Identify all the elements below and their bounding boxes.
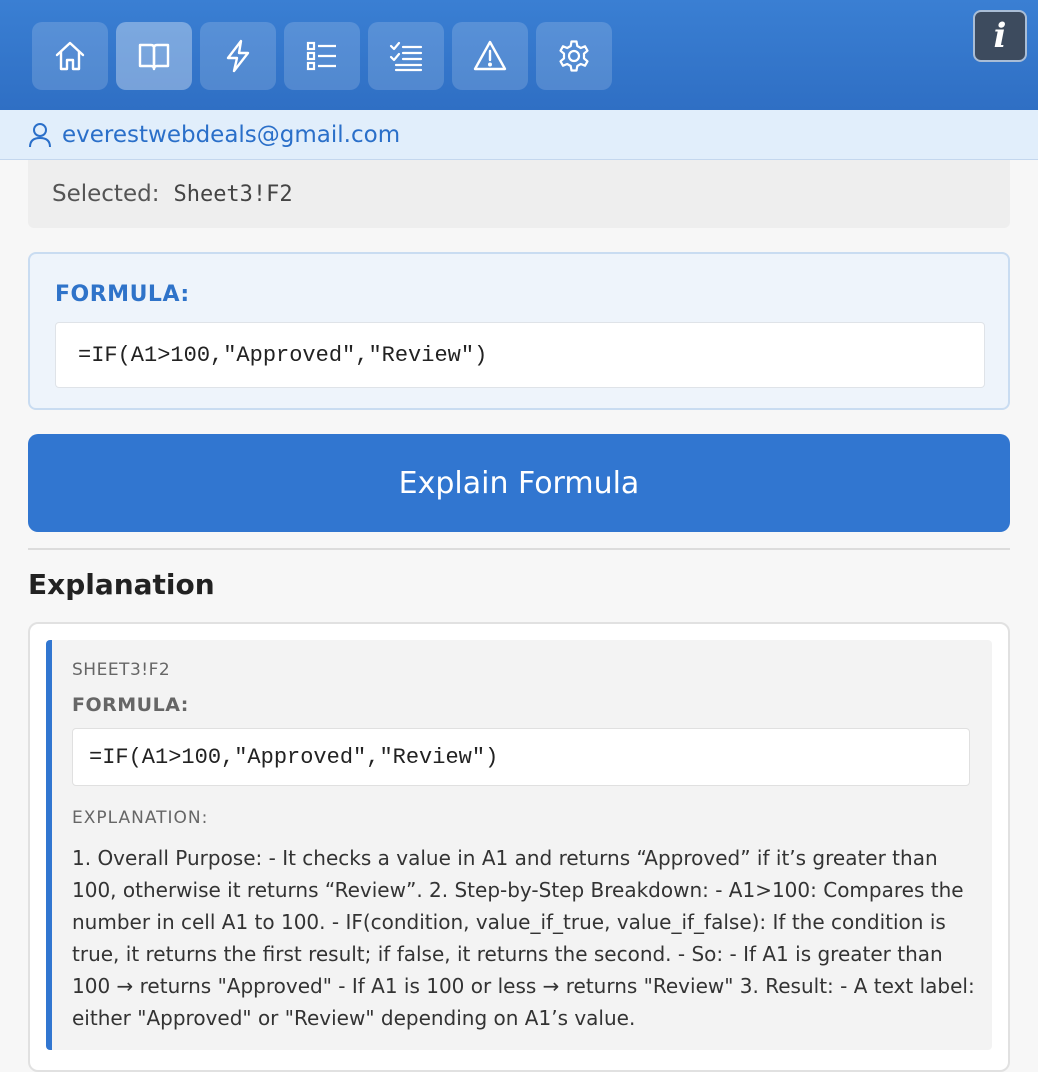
tasks-button[interactable] [368,22,444,90]
home-icon [55,41,85,71]
warning-icon [473,40,507,71]
explain-formula-button[interactable]: Explain Formula [28,434,1010,532]
user-bar: everestwebdeals@gmail.com [0,110,1038,160]
explanation-card: SHEET3!F2 FORMULA: =IF(A1>100,"Approved"… [28,622,1010,1072]
selected-cell-box: Selected: Sheet3!F2 [28,160,1010,228]
user-email[interactable]: everestwebdeals@gmail.com [62,122,400,148]
selected-cell-value: Sheet3!F2 [173,181,293,207]
explanation-result: SHEET3!F2 FORMULA: =IF(A1>100,"Approved"… [46,640,992,1050]
user-icon [29,122,51,147]
book-button[interactable] [116,22,192,90]
tasks-icon [389,41,423,72]
explanation-heading: Explanation [28,568,215,601]
result-formula-display: =IF(A1>100,"Approved","Review") [72,728,970,786]
result-formula-title: FORMULA: [72,694,189,716]
top-toolbar: i [0,0,1038,110]
checklist-button[interactable] [284,22,360,90]
info-icon: i [993,16,1007,56]
divider [28,548,1010,550]
settings-button[interactable] [536,22,612,90]
result-explanation-title: EXPLANATION: [72,808,209,828]
gear-icon [559,40,589,72]
result-explanation-text: 1. Overall Purpose: - It checks a value … [72,846,975,1030]
info-button[interactable]: i [973,10,1027,62]
lightning-button[interactable] [200,22,276,90]
formula-panel: FORMULA: =IF(A1>100,"Approved","Review") [28,252,1010,410]
lightning-icon [226,39,250,73]
warning-button[interactable] [452,22,528,90]
book-icon [138,43,170,71]
home-button[interactable] [32,22,108,90]
formula-title: FORMULA: [55,282,190,307]
result-cell-ref: SHEET3!F2 [72,660,171,680]
selected-label: Selected: [52,181,160,207]
checklist-icon [306,41,336,71]
formula-display: =IF(A1>100,"Approved","Review") [55,322,985,388]
